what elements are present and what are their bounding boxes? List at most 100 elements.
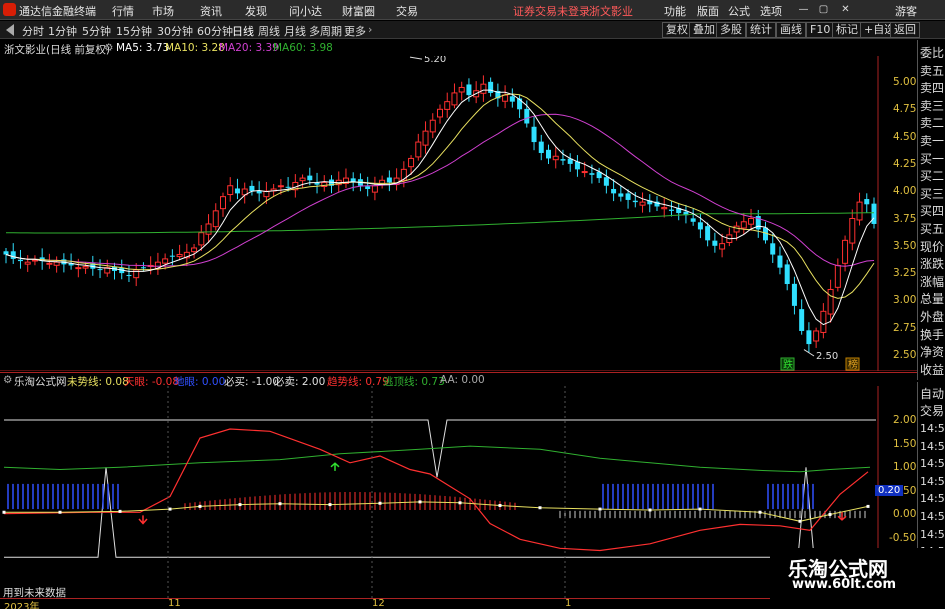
candle-body [748, 218, 755, 225]
guest-label[interactable]: 游客 [895, 3, 917, 19]
close-icon[interactable]: ✕ [840, 4, 851, 15]
return-button[interactable]: 返回 [890, 22, 920, 38]
maximize-icon[interactable]: ▢ [818, 4, 829, 15]
candle-body [639, 201, 646, 206]
period-tab-5min[interactable]: 5分钟 [82, 23, 111, 39]
quote-field-label: 买二 [920, 169, 945, 184]
candle-body [249, 185, 255, 192]
menu-item-trade[interactable]: 交易 [396, 3, 418, 19]
candle-body [668, 209, 674, 211]
candle-body [856, 201, 863, 221]
period-tab-1min[interactable]: 1分钟 [48, 23, 77, 39]
candle-body [191, 247, 198, 253]
top-tag: 榜 [848, 358, 858, 371]
ma10-label: MA10: 3.28 [165, 42, 225, 54]
auto-trade-heading: 自动 [920, 387, 945, 401]
trade-time: 14:56 [920, 439, 945, 453]
quote-side-panel: 委比 卖五 卖四 卖三 卖二 卖一 买一 买二 买三 买四 买五 现价 涨跌 涨幅 总量 外盘 换手 净资 收益 [917, 40, 945, 380]
price-axis-label: 4.75 [893, 103, 917, 116]
period-tab-60min[interactable]: 60分钟 [197, 23, 233, 39]
trade-time: 14:56 [920, 457, 945, 471]
candle-body [864, 199, 870, 205]
candle-body [169, 255, 175, 257]
candle-body [618, 193, 624, 197]
momentum-dot [498, 504, 502, 507]
candle-body [611, 188, 617, 194]
candle-body [140, 267, 146, 269]
multi-stock-button[interactable]: 多股 [716, 22, 746, 38]
price-axis-label: 3.75 [893, 212, 917, 225]
ma20-line [5, 113, 875, 267]
menu-item-formula[interactable]: 公式 [728, 3, 750, 19]
candle-body [603, 177, 609, 186]
candle-body [546, 149, 551, 159]
menu-item-wealth[interactable]: 财富圈 [342, 3, 375, 19]
momentum-dot [328, 503, 332, 507]
indicator-current-value: 0.20 [875, 485, 904, 496]
candle-body [299, 177, 306, 182]
gear-icon[interactable]: ⚙ [104, 42, 113, 54]
high-price-annotation: 5.20 [424, 56, 446, 65]
candle-body [834, 264, 841, 288]
candle-body [307, 175, 313, 181]
momentum-dot [798, 519, 802, 523]
menu-item-layout[interactable]: 版面 [697, 3, 719, 19]
candle-body [531, 126, 537, 143]
momentum-dot [168, 507, 172, 511]
candle-body [581, 171, 588, 174]
candle-body [502, 94, 509, 102]
gear-icon[interactable]: ⚙ [3, 374, 12, 386]
candle-body [813, 330, 820, 342]
menu-item-news[interactable]: 资讯 [200, 3, 222, 19]
candle-body [661, 207, 668, 210]
candle-body [589, 173, 595, 175]
menu-item-market[interactable]: 行情 [112, 3, 134, 19]
f10-button[interactable]: F10 [806, 22, 835, 38]
period-tab-monthly[interactable]: 月线 [284, 23, 306, 39]
login-status[interactable]: 证券交易未登录 [513, 3, 590, 19]
momentum-dot [58, 510, 62, 514]
candle-body [176, 254, 183, 258]
candle-body [220, 196, 226, 210]
momentum-dot [418, 500, 422, 504]
period-tab-timeshare[interactable]: 分时 [22, 23, 44, 39]
candle-body [770, 243, 776, 255]
candle-body [625, 193, 631, 200]
period-tab-weekly[interactable]: 周线 [258, 23, 280, 39]
quote-field-label: 涨幅 [920, 274, 945, 289]
candle-body [415, 141, 422, 158]
buy-arrow-icon [138, 515, 148, 525]
period-tab-15min[interactable]: 15分钟 [116, 23, 152, 39]
menu-item-markets[interactable]: 市场 [152, 3, 174, 19]
period-tab-30min[interactable]: 30分钟 [157, 23, 193, 39]
draw-line-button[interactable]: 画线 [776, 22, 806, 38]
price-axis-label: 3.50 [893, 239, 917, 252]
period-tab-multi[interactable]: 多周期 [309, 23, 342, 39]
candle-body [871, 203, 877, 224]
stats-button[interactable]: 统计 [746, 22, 776, 38]
must-sell-line [4, 419, 876, 478]
menu-item-discover[interactable]: 发现 [245, 3, 267, 19]
candle-body [712, 240, 718, 246]
adjust-button[interactable]: 复权 [662, 22, 692, 38]
period-tab-more[interactable]: 更多 [344, 23, 366, 39]
candle-body [386, 177, 392, 183]
menu-item-assistant[interactable]: 问小达 [289, 3, 322, 19]
top-escape-line [3, 445, 871, 473]
candlestick-chart[interactable]: 5.20 2.50 跌 榜 [0, 56, 917, 371]
price-axis-label: 4.25 [893, 157, 917, 170]
chevron-right-icon[interactable]: › [368, 23, 372, 36]
candle-body [437, 108, 443, 118]
candle-body [690, 218, 696, 222]
minimize-icon[interactable]: — [798, 4, 809, 15]
menu-item-options[interactable]: 选项 [760, 3, 782, 19]
period-tab-daily[interactable]: 日线 [232, 23, 254, 39]
back-icon[interactable] [6, 24, 14, 36]
quote-field-label: 收益 [920, 362, 945, 377]
price-axis-label: 4.00 [893, 185, 917, 198]
menu-item-function[interactable]: 功能 [664, 3, 686, 19]
indicator-axis-label: 1.00 [893, 461, 917, 474]
mark-button[interactable]: 标记 [832, 22, 862, 38]
candle-body [75, 267, 82, 270]
overlay-button[interactable]: 叠加 [689, 22, 719, 38]
